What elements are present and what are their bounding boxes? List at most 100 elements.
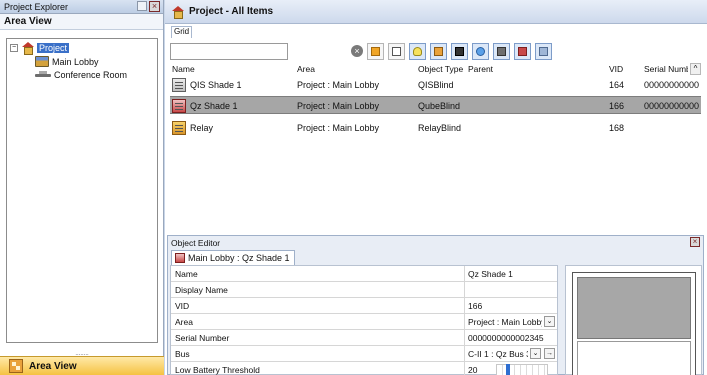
- tree-node-project[interactable]: − Project: [10, 42, 70, 55]
- cell-serial-number: 000000000000: [644, 101, 699, 111]
- collapse-icon[interactable]: −: [10, 43, 18, 52]
- grid-toolbar: ×: [170, 40, 700, 62]
- property-label: Serial Number: [175, 333, 230, 343]
- search-input[interactable]: [170, 42, 288, 60]
- filter-lightbulb-button[interactable]: [409, 42, 426, 60]
- chevron-down-icon[interactable]: ⌄: [530, 348, 541, 359]
- items-grid: Name Area Object Type Parent VID Serial …: [170, 63, 701, 233]
- clear-search-icon[interactable]: ×: [351, 45, 363, 57]
- column-header-serial-number[interactable]: Serial Number: [644, 63, 688, 75]
- shade-preview: [565, 265, 702, 375]
- area-select[interactable]: Project : Main Lobby: [464, 314, 542, 330]
- grid-header: Name Area Object Type Parent VID Serial …: [170, 63, 701, 75]
- filter-shade-button[interactable]: [430, 42, 447, 60]
- object-editor-panel: Object Editor × Main Lobby : Qz Shade 1 …: [167, 235, 704, 375]
- room-icon: [35, 56, 49, 67]
- column-header-object-type[interactable]: Object Type: [418, 63, 463, 75]
- object-editor-title: Object Editor: [171, 238, 221, 248]
- area-view-footer-label: Area View: [29, 360, 77, 372]
- filter-keypad-button[interactable]: [493, 42, 510, 60]
- object-editor-header: Object Editor ×: [168, 236, 703, 249]
- tree-node-conference-room[interactable]: Conference Room: [35, 70, 127, 80]
- display-name-field[interactable]: [464, 282, 557, 298]
- cell-object-type: QubeBlind: [418, 101, 461, 111]
- property-label: VID: [175, 301, 190, 311]
- property-row-low-battery-threshold[interactable]: Low Battery Threshold 20: [171, 362, 557, 375]
- column-header-name[interactable]: Name: [172, 63, 195, 75]
- go-to-bus-icon[interactable]: →: [544, 348, 555, 359]
- qz-shade-icon: [172, 99, 186, 113]
- filter-qz-shade-button[interactable]: [514, 42, 531, 60]
- cell-area: Project : Main Lobby: [297, 101, 380, 111]
- shade-icon: [172, 78, 186, 92]
- cell-object-type: RelayBlind: [418, 123, 462, 133]
- pin-icon[interactable]: [137, 1, 147, 11]
- sort-icon[interactable]: ^: [690, 63, 701, 75]
- chevron-down-icon[interactable]: ⌄: [544, 316, 555, 327]
- property-row-vid[interactable]: VID 166: [171, 298, 557, 314]
- property-label: Bus: [175, 349, 190, 359]
- cell-name: Relay: [190, 123, 214, 133]
- area-tree: − Project Main Lobby Conference Room: [6, 38, 158, 343]
- table-row-selected[interactable]: Qz Shade 1 Project : Main Lobby QubeBlin…: [170, 96, 701, 114]
- column-header-parent[interactable]: Parent: [468, 63, 493, 75]
- table-row[interactable]: QIS Shade 1 Project : Main Lobby QISBlin…: [170, 76, 701, 94]
- property-label: Display Name: [175, 285, 228, 295]
- filter-display-button[interactable]: [451, 42, 468, 60]
- cell-vid: 164: [609, 80, 625, 90]
- document-header: Project - All Items: [165, 0, 707, 24]
- filter-orange-button[interactable]: [367, 42, 384, 60]
- property-row-serial-number[interactable]: Serial Number 0000000000002345: [171, 330, 557, 346]
- column-header-vid[interactable]: VID: [609, 63, 623, 75]
- area-view-footer-button[interactable]: Area View: [0, 356, 164, 375]
- property-grid: Name Qz Shade 1 Display Name VID 166 Are…: [170, 265, 558, 375]
- tab-object-label: Main Lobby : Qz Shade 1: [188, 253, 290, 263]
- home-icon: [171, 6, 184, 19]
- tree-node-label: Main Lobby: [52, 56, 99, 67]
- cell-area: Project : Main Lobby: [297, 123, 380, 133]
- project-explorer-panel: Project Explorer × Area View − Project M…: [0, 0, 164, 375]
- cell-name: Qz Shade 1: [190, 101, 238, 111]
- home-icon: [21, 42, 34, 55]
- bus-select[interactable]: C-II 1 : Qz Bus 3 1: [464, 346, 528, 362]
- search-box: [170, 42, 288, 60]
- window-sill: [577, 341, 691, 375]
- property-row-area[interactable]: Area Project : Main Lobby ⌄: [171, 314, 557, 330]
- tree-node-main-lobby[interactable]: Main Lobby: [35, 56, 99, 67]
- area-view-heading: Area View: [0, 14, 163, 30]
- cell-area: Project : Main Lobby: [297, 80, 380, 90]
- filter-grid-button[interactable]: [535, 42, 552, 60]
- tab-grid[interactable]: Grid: [171, 26, 193, 38]
- relay-icon: [172, 121, 186, 135]
- cell-object-type: QISBlind: [418, 80, 454, 90]
- close-icon[interactable]: ×: [149, 1, 160, 12]
- project-explorer-titlebar: Project Explorer ×: [0, 0, 163, 14]
- low-battery-slider[interactable]: [496, 364, 548, 375]
- property-row-display-name[interactable]: Display Name: [171, 282, 557, 298]
- tab-object[interactable]: Main Lobby : Qz Shade 1: [171, 250, 295, 265]
- property-row-bus[interactable]: Bus C-II 1 : Qz Bus 3 1 ⌄ →: [171, 346, 557, 362]
- cell-serial-number: 000000000000: [644, 80, 699, 90]
- document-area: Project - All Items Grid × Name Area Obj…: [165, 0, 707, 375]
- project-explorer-title: Project Explorer: [4, 2, 69, 12]
- conference-table-icon: [35, 70, 51, 80]
- name-field[interactable]: Qz Shade 1: [464, 266, 557, 282]
- property-label: Name: [175, 269, 198, 279]
- shade-fabric: [577, 277, 691, 339]
- serial-number-field[interactable]: 0000000000002345: [464, 330, 557, 346]
- area-view-icon: [9, 359, 23, 373]
- property-label: Area: [175, 317, 193, 327]
- cell-vid: 166: [609, 101, 625, 111]
- table-row[interactable]: Relay Project : Main Lobby RelayBlind 16…: [170, 119, 701, 137]
- qz-shade-icon: [175, 253, 185, 263]
- column-header-area[interactable]: Area: [297, 63, 315, 75]
- window-frame: [572, 272, 696, 375]
- cell-name: QIS Shade 1: [190, 80, 242, 90]
- document-title: Project - All Items: [189, 6, 274, 17]
- close-icon[interactable]: ×: [690, 237, 700, 247]
- slider-thumb[interactable]: [506, 364, 510, 375]
- property-row-name[interactable]: Name Qz Shade 1: [171, 266, 557, 282]
- filter-sensor-button[interactable]: [472, 42, 489, 60]
- property-label: Low Battery Threshold: [175, 365, 260, 375]
- filter-empty-button[interactable]: [388, 42, 405, 60]
